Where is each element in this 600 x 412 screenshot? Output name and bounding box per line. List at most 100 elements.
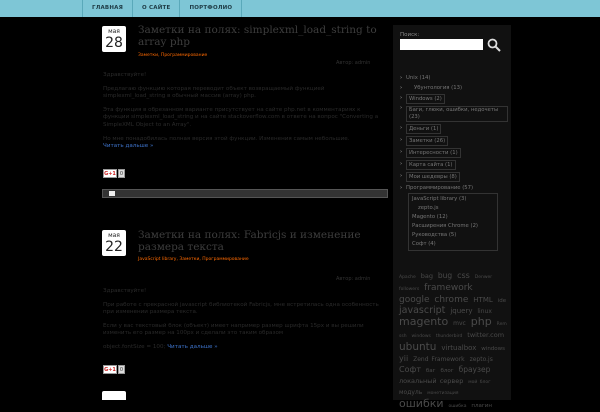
nav-portfolio[interactable]: ПОРТФОЛИО [180,0,243,17]
post-paragraph: Но мне понадобилась полная версия этой ф… [103,136,383,151]
google-plus-count: 0 [118,169,125,178]
post-date-day: 28 [105,35,123,51]
tag[interactable]: php [471,316,492,327]
tag[interactable]: css [457,271,470,281]
tag[interactable]: followers [399,285,419,295]
tag[interactable]: мой блог [468,378,490,388]
google-plus-count: 0 [118,365,125,374]
tag[interactable]: virtualbox [441,343,476,353]
category-item[interactable]: Заметки (26) [400,135,508,147]
subcategory-item[interactable]: Софт (4) [412,240,494,249]
category-label[interactable]: Заметки (26) [406,136,449,146]
post-paragraph: Эта функция в обрезанном варианте присут… [103,106,379,128]
tag[interactable]: браузер [459,365,491,375]
google-plus-share[interactable]: G+1 0 [103,365,131,374]
social-share-bar [102,189,388,198]
tag[interactable]: bag [421,271,433,281]
subcategory-item[interactable]: JavaScript library (3) [412,195,494,204]
sidebar: Поиск: Unix (14) Убунтология (13) Window… [393,25,511,409]
category-item[interactable]: Программирование (57) [400,183,508,193]
share-icon[interactable] [109,191,115,196]
post-date-day: 22 [105,239,123,255]
tag[interactable]: magento [399,316,448,327]
post-code: object.fontSize = 100; [103,343,166,350]
post-date: мая 28 [102,26,126,52]
tag[interactable]: mvc [453,319,466,329]
post-paragraph: Предлагаю функцию которая переводит объе… [103,85,325,100]
tag[interactable]: баг [426,366,436,376]
post-paragraph: Здравствуйте! [103,288,147,294]
nav-about[interactable]: О САЙТЕ [133,0,181,17]
tag[interactable]: Denwer [475,273,492,283]
category-item[interactable]: Деньги (1) [400,123,508,135]
category-label[interactable]: Мои шедевры (8) [406,172,460,182]
content-area: мая 28 Заметки на полях: simplexml_load_… [86,17,388,400]
tag[interactable]: Zend Framework [413,355,465,365]
read-more-link[interactable]: Читать дальше » [167,344,217,350]
read-more-link[interactable]: Читать дальше » [103,143,153,149]
tag[interactable]: Apache [399,273,416,283]
subcategory-item[interactable]: Magento (12) [412,213,494,222]
post-categories[interactable]: JavaScript library, Заметки, Программиро… [138,257,249,262]
tag[interactable]: google [399,295,429,305]
nav-home[interactable]: ГЛАВНАЯ [82,0,134,17]
post-date: мая 22 [102,230,126,256]
tag[interactable]: Rem [497,320,507,330]
google-plus-share[interactable]: G+1 0 [103,169,131,178]
post-paragraph: Если у вас текстовый блок (объект) имеет… [103,322,364,337]
category-item[interactable]: Мои шедевры (8) [400,171,508,183]
category-item[interactable]: Баги, глюки, ошибки, недочеты (23) [400,105,508,123]
category-label[interactable]: Windows (2) [406,94,445,104]
post-paragraph: Здравствуйте! [103,72,147,78]
subcategory-item[interactable]: Руководства (5) [412,231,494,240]
tag[interactable]: zepto.js [470,355,493,365]
category-item[interactable]: Карта сайта (1) [400,159,508,171]
search-input[interactable] [400,39,483,50]
tag[interactable]: yii [399,354,408,364]
category-label[interactable]: Интересности (1) [406,148,461,158]
subcategory-list: JavaScript library (3) zepto.js Magento … [408,193,498,251]
category-label[interactable]: Карта сайта (1) [406,160,456,170]
tag[interactable]: HTML [473,295,492,305]
tag[interactable]: chrome [434,295,468,305]
tag[interactable]: ubuntu [399,342,436,353]
category-label[interactable]: Убунтология (13) [414,85,462,91]
category-label[interactable]: Деньги (1) [406,124,442,134]
post-author: Автор: admin [336,276,371,282]
tag[interactable]: framework [424,283,472,293]
tag[interactable]: Софт [399,365,421,375]
category-item[interactable]: Windows (2) [400,93,508,105]
category-label[interactable]: Unix (14) [406,75,430,81]
category-item[interactable]: Убунтология (13) [400,83,508,93]
subcategory-item[interactable]: Расширения Chrome (2) [412,222,494,231]
search-icon[interactable] [487,38,501,52]
google-plus-button[interactable]: G+1 [103,365,117,374]
post: мая 22 Заметки на полях: Fabricjs и изме… [86,213,388,400]
tag[interactable]: ошибка [448,402,466,412]
post-categories[interactable]: Заметки, Программирование [138,53,207,58]
post-title[interactable]: Заметки на полях: Fabricjs и изменение р… [138,229,384,253]
post-paragraph: При работе с прекрасной javascript библи… [103,301,379,316]
tag[interactable]: локальный сервер [399,376,463,386]
post-excerpt: Здравствуйте! Предлагаю функцию которая … [103,72,383,151]
tag[interactable]: thunderbird [436,332,463,342]
tag[interactable]: twitter.com [467,330,504,340]
category-item[interactable]: Unix (14) [400,73,508,83]
post-author: Автор: admin [336,60,371,66]
category-label[interactable]: Баги, глюки, ошибки, недочеты (23) [406,106,508,122]
tag-cloud: Apache bag bug css Denwer followers fram… [399,271,509,412]
google-plus-button[interactable]: G+1 [103,169,117,178]
post-title[interactable]: Заметки на полях: simplexml_load_string … [138,24,384,48]
tag[interactable]: ide [498,296,506,306]
tag[interactable]: jquery [450,306,472,316]
post-paragraph-text: Но мне понадобилась полная версия этой ф… [103,135,350,142]
tag[interactable]: плагин [471,401,492,411]
category-label[interactable]: Программирование (57) [406,185,473,191]
category-item[interactable]: Интересности (1) [400,147,508,159]
tag[interactable]: windows [481,344,505,354]
tag[interactable]: ошибки [399,398,444,409]
tag[interactable]: bug [438,271,452,281]
tag[interactable]: блог [440,366,453,376]
main-nav: ГЛАВНАЯ О САЙТЕ ПОРТФОЛИО [82,0,243,17]
subcategory-item[interactable]: zepto.js [412,204,494,213]
